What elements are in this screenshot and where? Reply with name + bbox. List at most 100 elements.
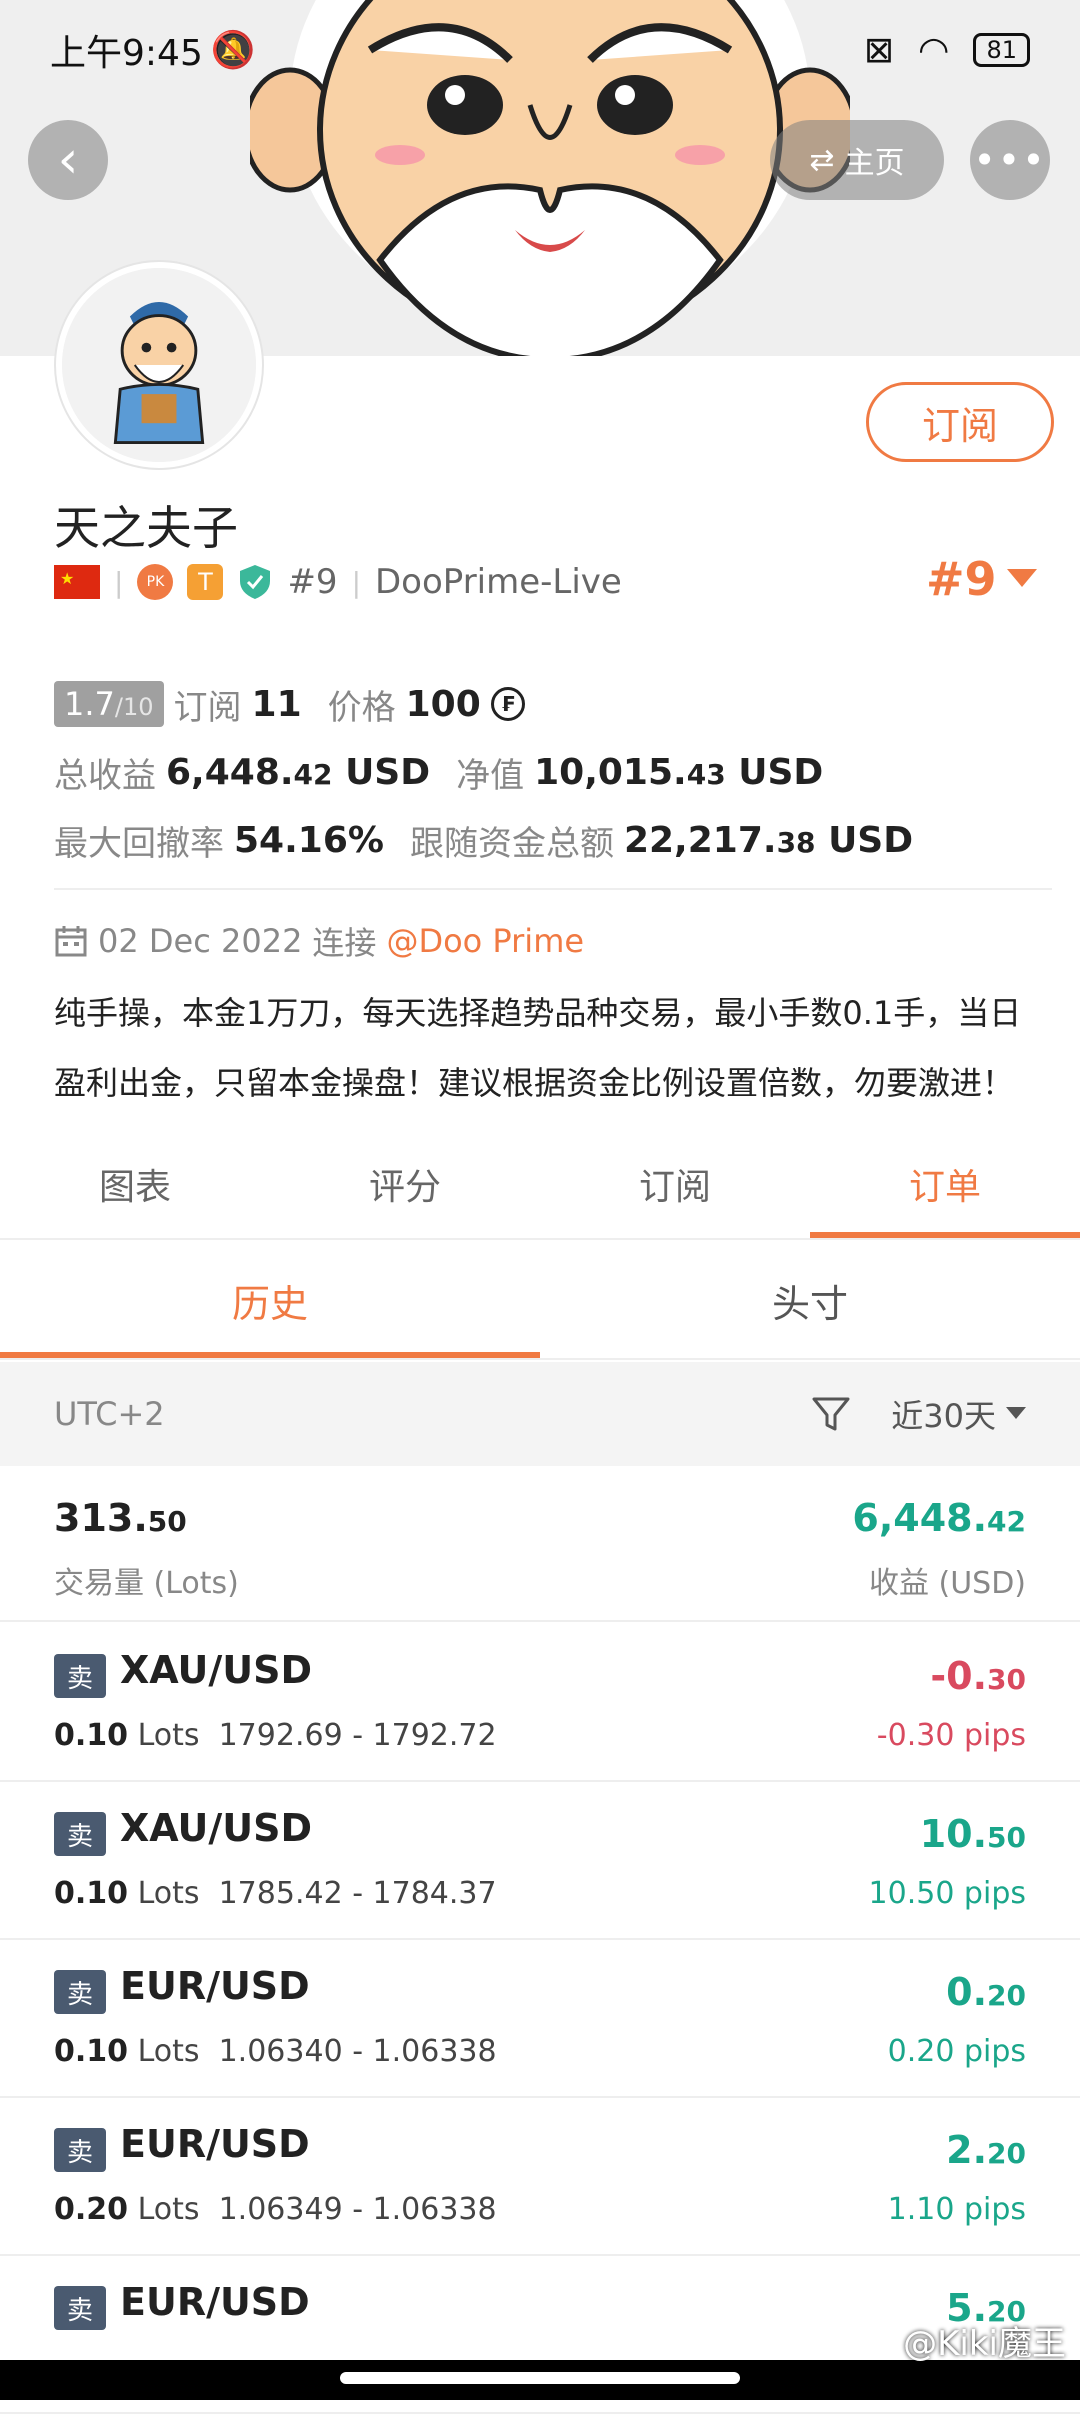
status-time: 上午9:45 (50, 33, 203, 74)
home-button-label: 主页 (844, 146, 905, 181)
score-max: /10 (114, 693, 154, 721)
mute-icon: 🔕 (210, 30, 256, 71)
order-row[interactable]: 卖 EUR/USD 0.10 Lots 1.06340 - 1.06338 0.… (0, 1940, 1080, 2098)
pk-fire-icon: PK (137, 564, 174, 600)
date-range-dropdown[interactable]: 近30天 (891, 1391, 1026, 1437)
equity-main: 10,015. (534, 751, 687, 793)
rank-dropdown[interactable]: #9 (926, 552, 1037, 606)
more-dots-icon: ••• (973, 138, 1047, 182)
date-range-label: 近30天 (891, 1397, 996, 1435)
switch-icon: ⇄ (809, 142, 835, 178)
order-symbol: EUR/USD (120, 1964, 310, 2008)
t-badge-icon: T (187, 564, 224, 600)
order-subtabs: 历史 头寸 (0, 1242, 1080, 1360)
follow-funds-value: 22,217.38 USD (624, 820, 913, 861)
order-lots: 0.10 (54, 2034, 129, 2069)
order-profit-decimal: 50 (987, 1821, 1026, 1854)
order-meta: 0.10 Lots 1792.69 - 1792.72 (54, 1718, 497, 1753)
subtab-positions[interactable]: 头寸 (540, 1242, 1080, 1358)
order-symbol: EUR/USD (120, 2122, 310, 2166)
main-tabs: 图表 评分 订阅 订单 (0, 1130, 1080, 1240)
order-profit-main: 10. (919, 1812, 988, 1856)
subtab-history[interactable]: 历史 (0, 1242, 540, 1358)
trader-badges: ★ | PK T #9 | DooPrime-Live (54, 562, 622, 602)
total-profit-summary-main: 6,448. (852, 1496, 988, 1540)
equity-unit: USD (738, 751, 824, 793)
total-lots-value: 313.50 (54, 1496, 187, 1540)
separator: | (351, 565, 361, 599)
follow-funds-label: 跟随资金总额 (409, 823, 614, 864)
total-profit-summary-value: 6,448.42 (852, 1496, 1026, 1540)
total-profit-value: 6,448.42 USD (166, 752, 430, 793)
rank-big-label: #9 (926, 552, 997, 606)
calendar-icon (55, 926, 87, 957)
score-value: 1.7 (64, 685, 115, 723)
sell-badge: 卖 (54, 1970, 106, 2014)
home-button[interactable]: ⇄ 主页 (770, 120, 944, 200)
connect-label: 连接 (312, 924, 377, 962)
triangle-down-icon (1006, 1407, 1026, 1419)
watermark-text: @Kiki魔王 (903, 2324, 1066, 2364)
back-arrow-icon: ‹ (57, 130, 79, 190)
total-lots-label: 交易量 (Lots) (54, 1566, 239, 1601)
follow-funds-unit: USD (828, 819, 914, 861)
subs-value: 11 (251, 683, 302, 725)
total-profit-main: 6,448. (166, 751, 294, 793)
connection-row: 02 Dec 2022 连接 @Doo Prime (54, 918, 584, 964)
order-pips: -0.30 pips (876, 1718, 1026, 1753)
equity-label: 净值 (456, 755, 525, 796)
follow-funds-main: 22,217. (623, 819, 777, 861)
total-lots-decimal: 50 (147, 1505, 187, 1538)
order-lots-unit: Lots (137, 2034, 200, 2069)
more-options-button[interactable]: ••• (970, 120, 1050, 200)
order-profit-main: 0. (946, 1970, 988, 2014)
order-profit-decimal: 20 (987, 1979, 1026, 2012)
flag-star: ★ (60, 569, 75, 588)
order-prices: 1.06340 - 1.06338 (218, 2034, 497, 2069)
order-pips: 0.20 pips (887, 2034, 1026, 2069)
sell-badge: 卖 (54, 1812, 106, 1856)
order-profit: 2.20 (946, 2128, 1026, 2172)
separator: | (114, 565, 124, 599)
order-profit-decimal: 30 (987, 1663, 1026, 1696)
broker-link[interactable]: @Doo Prime (386, 922, 584, 960)
tab-orders[interactable]: 订单 (810, 1130, 1080, 1238)
order-row[interactable]: 卖 XAU/USD 0.10 Lots 1792.69 - 1792.72 -0… (0, 1624, 1080, 1782)
order-row[interactable]: 卖 XAU/USD 0.10 Lots 1785.42 - 1784.37 10… (0, 1782, 1080, 1940)
drawdown-value: 54.16% (234, 819, 384, 861)
back-button[interactable]: ‹ (28, 120, 108, 200)
status-bar: 上午9:45 🔕 ⊠ ◠ 81 (0, 0, 1080, 100)
wifi-icon: ◠ (918, 29, 950, 71)
tab-rating[interactable]: 评分 (270, 1130, 540, 1238)
order-profit: -0.30 (930, 1654, 1026, 1698)
order-symbol: XAU/USD (120, 1648, 313, 1692)
stats-block: 1.7/10 订阅 11 价格 100 ₣ 总收益 6,448.42 USD 净… (54, 670, 913, 874)
server-name: DooPrime-Live (375, 562, 622, 602)
order-lots: 0.20 (54, 2192, 129, 2227)
strategy-description: 纯手操，本金1万刀，每天选择趋势品种交易，最小手数0.1手，当日盈利出金，只留本… (54, 994, 1022, 1102)
order-prices: 1792.69 - 1792.72 (218, 1718, 497, 1753)
avatar[interactable] (56, 262, 262, 468)
filter-funnel-icon[interactable] (811, 1394, 851, 1434)
home-indicator[interactable] (340, 2372, 740, 2384)
score-badge: 1.7/10 (54, 681, 164, 727)
tab-chart[interactable]: 图表 (0, 1130, 270, 1238)
order-lots: 0.10 (54, 1718, 129, 1753)
order-pips: 1.10 pips (887, 2192, 1026, 2227)
tab-subscriptions[interactable]: 订阅 (540, 1130, 810, 1238)
coin-icon: ₣ (490, 687, 525, 721)
follow-funds-decimal: 38 (776, 825, 816, 859)
subscribe-button[interactable]: 订阅 (866, 382, 1054, 462)
total-profit-summary-label: 收益 (USD) (868, 1566, 1026, 1601)
history-summary: 313.50 交易量 (Lots) 6,448.42 收益 (USD) (0, 1466, 1080, 1622)
order-symbol: EUR/USD (120, 2280, 310, 2324)
total-profit-summary-decimal: 42 (987, 1505, 1026, 1538)
verified-shield-icon (240, 565, 271, 599)
order-row[interactable]: 卖 EUR/USD 0.20 Lots 1.06349 - 1.06338 2.… (0, 2098, 1080, 2256)
trader-name: 天之夫子 (54, 501, 238, 555)
total-profit-decimal: 42 (293, 757, 333, 791)
subs-label: 订阅 (173, 687, 242, 728)
total-profit-unit: USD (345, 751, 431, 793)
order-profit-main: -0. (930, 1654, 988, 1698)
divider (54, 888, 1052, 890)
